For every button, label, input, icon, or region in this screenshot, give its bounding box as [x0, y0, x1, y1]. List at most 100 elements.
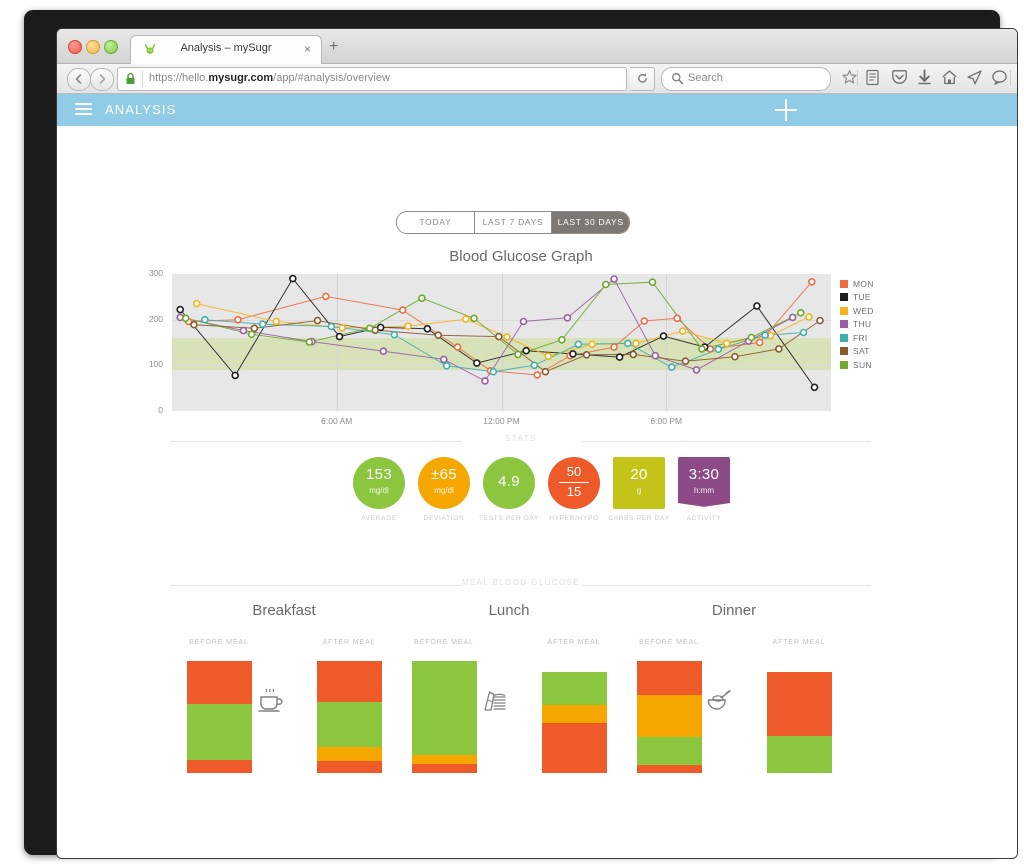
chart-point-mon[interactable]: [533, 371, 542, 379]
legend-item-mon[interactable]: MON: [840, 275, 874, 289]
chart-point-sun[interactable]: [514, 350, 522, 359]
chart-point-wed[interactable]: [722, 339, 731, 348]
chart-point-wed[interactable]: [338, 324, 346, 332]
chart-point-thu[interactable]: [439, 355, 448, 364]
range-tab-last-30-days[interactable]: LAST 30 DAYS: [552, 212, 629, 233]
after-meal-bar[interactable]: [542, 672, 607, 773]
before-meal-bar[interactable]: [187, 661, 252, 773]
chart-point-sat[interactable]: [681, 357, 690, 365]
before-meal-bar[interactable]: [412, 661, 477, 773]
chart-point-fri[interactable]: [390, 330, 399, 339]
legend-item-sat[interactable]: SAT: [840, 343, 874, 356]
chart-point-mon[interactable]: [398, 306, 407, 314]
chart-point-sun[interactable]: [247, 330, 256, 339]
chart-point-fri[interactable]: [574, 340, 583, 349]
chart-point-tue[interactable]: [615, 353, 624, 361]
chart-point-tue[interactable]: [810, 383, 819, 392]
chart-point-mon[interactable]: [322, 292, 330, 301]
chart-point-mon[interactable]: [755, 338, 764, 347]
chart-point-fri[interactable]: [761, 331, 769, 340]
chart-point-tue[interactable]: [659, 332, 668, 340]
chart-point-sun[interactable]: [648, 278, 657, 286]
chart-point-fri[interactable]: [442, 362, 451, 370]
chart-point-sat[interactable]: [731, 352, 739, 361]
window-close-button[interactable]: [68, 40, 82, 54]
after-meal-bar[interactable]: [767, 672, 832, 773]
home-icon[interactable]: [941, 69, 959, 88]
chart-point-tue[interactable]: [753, 302, 761, 310]
chart-point-wed[interactable]: [503, 333, 511, 341]
stat-tests-per-day[interactable]: 4.9 TESTS PER DAY: [474, 457, 544, 522]
share-paperplane-icon[interactable]: [966, 69, 984, 88]
before-meal-bar[interactable]: [637, 661, 702, 773]
range-tab-today[interactable]: TODAY: [397, 212, 475, 233]
chart-point-thu[interactable]: [610, 275, 618, 283]
browser-search-box[interactable]: Search: [661, 67, 831, 91]
chart-point-wed[interactable]: [192, 299, 201, 308]
chart-point-wed[interactable]: [588, 340, 596, 349]
chart-point-fri[interactable]: [530, 361, 539, 370]
chart-point-fri[interactable]: [489, 367, 498, 376]
chart-point-wed[interactable]: [678, 327, 687, 335]
legend-item-thu[interactable]: THU: [840, 316, 874, 329]
chat-bubble-icon[interactable]: [991, 69, 1009, 88]
stat-average[interactable]: 153 mg/dl AVERAGE: [344, 457, 414, 522]
chart-point-sat[interactable]: [494, 332, 503, 341]
legend-item-wed[interactable]: WED: [840, 302, 874, 316]
chart-point-sun[interactable]: [365, 324, 374, 333]
chart-point-sun[interactable]: [470, 314, 478, 323]
stat-deviation[interactable]: ±65 mg/dl DEVIATION: [409, 457, 479, 522]
chart-point-fri[interactable]: [201, 315, 209, 324]
chart-point-wed[interactable]: [544, 352, 553, 360]
chart-point-sat[interactable]: [816, 316, 824, 325]
chart-point-mon[interactable]: [807, 278, 816, 286]
chart-point-wed[interactable]: [404, 322, 412, 330]
chart-point-sat[interactable]: [250, 324, 259, 333]
chart-point-tue[interactable]: [472, 359, 481, 367]
chart-point-thu[interactable]: [379, 347, 388, 355]
chart-point-sun[interactable]: [558, 336, 566, 344]
pocket-icon[interactable]: [891, 69, 909, 88]
chart-point-sun[interactable]: [698, 345, 706, 353]
stat-carbs-per-day[interactable]: 20 g CARBS PER DAY: [604, 457, 674, 522]
app-menu-icon[interactable]: [75, 103, 92, 117]
range-tab-last-7-days[interactable]: LAST 7 DAYS: [474, 212, 553, 233]
chart-point-sat[interactable]: [629, 350, 638, 359]
legend-item-sun[interactable]: SUN: [840, 356, 874, 370]
address-bar[interactable]: https://hello.mysugr.com/app/#analysis/o…: [117, 67, 627, 91]
stat-activity[interactable]: 3:30 h:mm ACTIVITY: [669, 457, 739, 522]
reader-list-icon[interactable]: [865, 69, 883, 88]
chart-point-fri[interactable]: [258, 320, 267, 329]
chart-point-mon[interactable]: [640, 317, 649, 325]
back-button[interactable]: [67, 68, 91, 91]
chart-point-fri[interactable]: [327, 322, 336, 331]
chart-point-tue[interactable]: [522, 346, 531, 355]
chart-point-sat[interactable]: [774, 345, 783, 353]
chart-point-wed[interactable]: [805, 313, 813, 321]
chart-point-thu[interactable]: [239, 326, 248, 335]
chart-point-sun[interactable]: [418, 294, 426, 303]
chart-point-tue[interactable]: [335, 332, 344, 341]
download-arrow-icon[interactable]: [917, 69, 935, 88]
forward-button[interactable]: [90, 68, 114, 91]
chart-point-fri[interactable]: [623, 339, 632, 348]
chart-point-sun[interactable]: [601, 280, 610, 289]
add-entry-button[interactable]: [775, 99, 797, 121]
legend-item-fri[interactable]: FRI: [840, 329, 874, 343]
legend-item-tue[interactable]: TUE: [840, 289, 874, 302]
chart-point-tue[interactable]: [569, 350, 577, 358]
chart-point-mon[interactable]: [234, 315, 242, 324]
chart-point-sat[interactable]: [190, 320, 198, 329]
window-minimize-button[interactable]: [86, 40, 100, 54]
chart-point-mon[interactable]: [610, 343, 618, 351]
chart-point-thu[interactable]: [563, 313, 572, 322]
new-tab-button[interactable]: +: [329, 39, 338, 55]
chart-point-sat[interactable]: [434, 331, 443, 340]
after-meal-bar[interactable]: [317, 661, 382, 773]
chart-point-fri[interactable]: [799, 328, 808, 337]
reload-button[interactable]: [630, 67, 655, 91]
chart-point-tue[interactable]: [176, 305, 184, 314]
chart-point-thu[interactable]: [788, 313, 797, 322]
chart-point-fri[interactable]: [714, 345, 723, 354]
chart-point-wed[interactable]: [272, 317, 281, 326]
